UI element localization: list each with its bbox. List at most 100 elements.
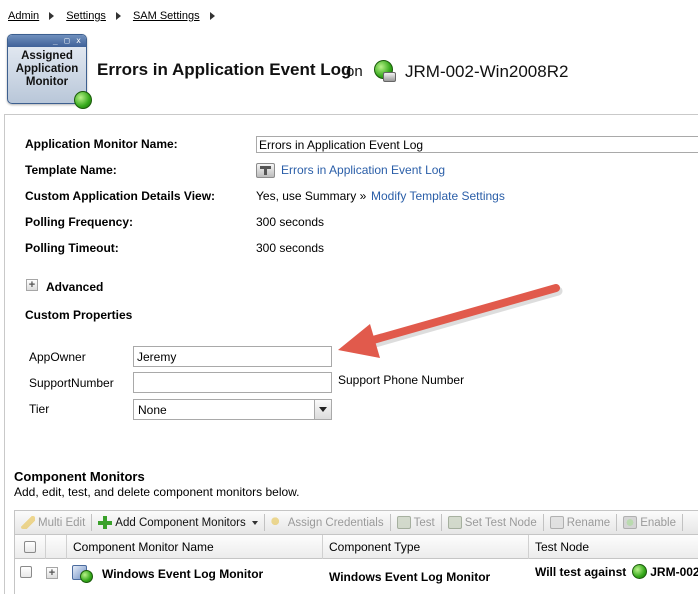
monitor-name-label: Application Monitor Name: (25, 137, 178, 151)
polling-timeout-label: Polling Timeout: (25, 241, 119, 255)
annotation-arrow-icon (338, 284, 563, 358)
pencil-icon (21, 516, 35, 529)
details-view-label: Custom Application Details View: (25, 189, 216, 203)
component-monitors-description: Add, edit, test, and delete component mo… (14, 485, 300, 499)
toolbar-divider (91, 514, 93, 531)
toolbar-divider (440, 514, 442, 531)
table-row[interactable]: + Windows Event Log Monitor Windows Even… (15, 559, 698, 594)
template-name-link[interactable]: Errors in Application Event Log (281, 163, 445, 177)
on-label: on (346, 63, 363, 80)
support-number-input[interactable] (133, 372, 332, 393)
toolbar-divider (542, 514, 544, 531)
breadcrumb-sam-settings[interactable]: SAM Settings (133, 10, 200, 22)
row-component-type: Windows Event Log Monitor (329, 570, 491, 584)
column-header-name-label: Component Monitor Name (73, 540, 214, 554)
window-controls-icon: _ □ x (52, 36, 82, 45)
badge-line-2: Application (15, 63, 79, 75)
breadcrumb-admin[interactable]: Admin (8, 10, 39, 22)
chevron-down-icon (251, 520, 258, 525)
assign-credentials-label: Assign Credentials (287, 516, 384, 529)
plus-icon (98, 516, 113, 529)
rename-label: Rename (566, 516, 611, 529)
select-all-column (15, 535, 46, 559)
monitor-icon (396, 516, 411, 529)
add-component-monitors-button[interactable]: Add Component Monitors (96, 512, 259, 533)
polling-frequency-label: Polling Frequency: (25, 215, 134, 229)
set-test-node-label: Set Test Node (464, 516, 537, 529)
event-log-monitor-icon (72, 564, 94, 584)
window-titlebar-icon: _ □ x (8, 35, 86, 47)
row-expand-icon[interactable]: + (46, 567, 58, 579)
test-button[interactable]: Test (395, 512, 437, 533)
node-name-link[interactable]: JRM-002-Win2008R2 (405, 62, 568, 82)
enable-button[interactable]: Enable (621, 512, 678, 533)
tier-select[interactable]: None (133, 399, 332, 420)
chevron-right-icon (209, 12, 215, 20)
app-owner-label: AppOwner (29, 350, 86, 364)
multi-edit-button[interactable]: Multi Edit (19, 512, 87, 533)
monitor-name-input[interactable] (256, 136, 698, 153)
column-header-test-node-label: Test Node (535, 540, 590, 554)
test-label: Test (413, 516, 435, 529)
component-monitors-toolbar: Multi Edit Add Component Monitors Assign… (14, 510, 698, 535)
details-view-value: Yes, use Summary » (256, 189, 367, 203)
support-number-hint: Support Phone Number (338, 373, 465, 387)
tier-label: Tier (29, 402, 50, 416)
row-checkbox[interactable] (20, 566, 32, 578)
polling-frequency-value: 300 seconds (256, 215, 325, 229)
node-status-icon (374, 60, 398, 84)
tier-select-value: None (138, 403, 167, 417)
column-header-test-node[interactable]: Test Node (529, 535, 698, 559)
row-test-prefix: Will test against (535, 565, 627, 579)
custom-properties-title: Custom Properties (25, 308, 133, 322)
assigned-application-monitor-icon: _ □ x Assigned Application Monitor (7, 34, 92, 109)
component-monitors-table: Component Monitor Name Component Type Te… (14, 535, 698, 594)
app-owner-input[interactable] (133, 346, 332, 367)
column-header-name[interactable]: Component Monitor Name (67, 535, 323, 559)
breadcrumb: Admin Settings SAM Settings (8, 8, 227, 24)
arrow-shaft (362, 284, 560, 346)
multi-edit-label: Multi Edit (38, 516, 86, 529)
toolbar-divider (389, 514, 391, 531)
table-header: Component Monitor Name Component Type Te… (15, 535, 698, 559)
enable-label: Enable (640, 516, 676, 529)
row-test-node-name: JRM-002 (650, 565, 698, 579)
polling-timeout-value: 300 seconds (256, 241, 325, 255)
key-icon (270, 516, 285, 529)
breadcrumb-settings[interactable]: Settings (66, 10, 106, 22)
set-test-node-button[interactable]: Set Test Node (446, 512, 539, 533)
enable-icon (623, 516, 638, 529)
page-header: _ □ x Assigned Application Monitor Error… (0, 32, 698, 109)
column-header-type[interactable]: Component Type (323, 535, 529, 559)
modify-template-settings-link[interactable]: Modify Template Settings (371, 189, 505, 203)
support-number-label: SupportNumber (29, 376, 114, 390)
row-monitor-name[interactable]: Windows Event Log Monitor (102, 567, 263, 581)
badge-line-1: Assigned (21, 50, 73, 62)
template-icon (256, 163, 275, 178)
advanced-label[interactable]: Advanced (46, 280, 103, 294)
test-node-icon (447, 516, 462, 529)
chevron-right-icon (49, 12, 55, 20)
status-up-icon (74, 91, 92, 109)
advanced-expand-icon[interactable]: + (26, 279, 38, 291)
server-icon (383, 72, 396, 82)
status-up-icon (632, 564, 648, 580)
status-up-icon (80, 570, 93, 583)
chevron-down-icon[interactable] (314, 400, 331, 419)
toolbar-divider (682, 514, 683, 531)
arrow-head (338, 324, 380, 358)
toolbar-divider (616, 514, 618, 531)
rename-icon (549, 516, 564, 529)
row-test-node: Will test against JRM-002 (535, 564, 698, 580)
chevron-right-icon (115, 12, 121, 20)
select-all-checkbox[interactable] (24, 541, 36, 553)
component-monitors-title: Component Monitors (14, 469, 145, 484)
rename-button[interactable]: Rename (548, 512, 612, 533)
toolbar-divider (263, 514, 265, 531)
badge-line-3: Monitor (25, 76, 69, 88)
column-header-type-label: Component Type (329, 540, 421, 554)
badge-label: Assigned Application Monitor (8, 50, 86, 89)
page-title: Errors in Application Event Log (97, 60, 352, 79)
add-component-monitors-label: Add Component Monitors (115, 516, 246, 529)
assign-credentials-button[interactable]: Assign Credentials (269, 512, 386, 533)
